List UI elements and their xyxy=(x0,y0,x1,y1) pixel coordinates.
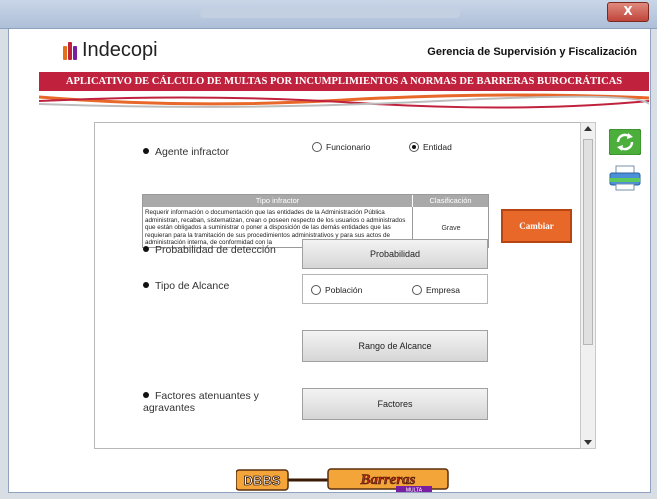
window-titlebar: X xyxy=(0,0,657,29)
svg-text:MULTA: MULTA xyxy=(406,488,423,494)
indecopi-logo-icon xyxy=(63,42,77,60)
probabilidad-label: Probabilidad de detección xyxy=(143,244,276,256)
probabilidad-button[interactable]: Probabilidad xyxy=(302,239,488,269)
logo-text: Indecopi xyxy=(82,39,158,61)
app-header: Indecopi Gerencia de Supervisión y Fisca… xyxy=(9,29,650,70)
banner-title: APLICATIVO DE CÁLCULO DE MULTAS POR INCU… xyxy=(39,72,649,91)
barreras-multa-logo: DBBS Barreras MULTA xyxy=(236,468,449,494)
radio-empresa-label: Empresa xyxy=(426,285,461,295)
radio-funcionario-dot[interactable] xyxy=(312,142,322,152)
factores-button[interactable]: Factores xyxy=(302,388,488,420)
col-tipo-infractor: Tipo infractor xyxy=(143,195,412,207)
svg-text:Barreras: Barreras xyxy=(359,472,415,488)
close-button[interactable]: X xyxy=(607,2,649,22)
scroll-thumb[interactable] xyxy=(583,139,593,345)
window-title xyxy=(200,9,460,18)
rango-alcance-button[interactable]: Rango de Alcance xyxy=(302,330,488,362)
radio-funcionario-label: Funcionario xyxy=(326,142,371,152)
scroll-down-icon[interactable] xyxy=(584,440,592,445)
cambiar-button[interactable]: Cambiar xyxy=(501,209,572,243)
radio-poblacion-label: Población xyxy=(325,285,363,295)
radio-poblacion-dot[interactable] xyxy=(311,285,321,295)
scroll-up-icon[interactable] xyxy=(584,126,592,131)
radio-empresa[interactable]: Empresa xyxy=(412,285,460,295)
tipo-alcance-label: Tipo de Alcance xyxy=(143,280,229,292)
print-icon[interactable] xyxy=(609,165,641,191)
decorative-swoosh xyxy=(39,93,649,109)
svg-text:DBBS: DBBS xyxy=(244,473,281,488)
radio-entidad[interactable]: Entidad xyxy=(409,142,452,152)
radio-funcionario[interactable]: Funcionario xyxy=(312,142,370,152)
gerencia-title: Gerencia de Supervisión y Fiscalización xyxy=(427,46,637,58)
radio-entidad-dot[interactable] xyxy=(409,142,419,152)
vertical-scrollbar[interactable] xyxy=(580,122,596,449)
app-frame: Indecopi Gerencia de Supervisión y Fisca… xyxy=(8,28,651,493)
radio-empresa-dot[interactable] xyxy=(412,285,422,295)
refresh-icon[interactable] xyxy=(609,129,641,155)
factores-label: Factores atenuantes y agravantes xyxy=(143,390,273,414)
clasificacion-value: Grave xyxy=(441,225,461,232)
col-clasificacion: Clasificación xyxy=(413,195,488,207)
radio-entidad-label: Entidad xyxy=(423,142,452,152)
radio-poblacion[interactable]: Población xyxy=(311,285,362,295)
agente-infractor-label: Agente infractor xyxy=(143,146,229,158)
